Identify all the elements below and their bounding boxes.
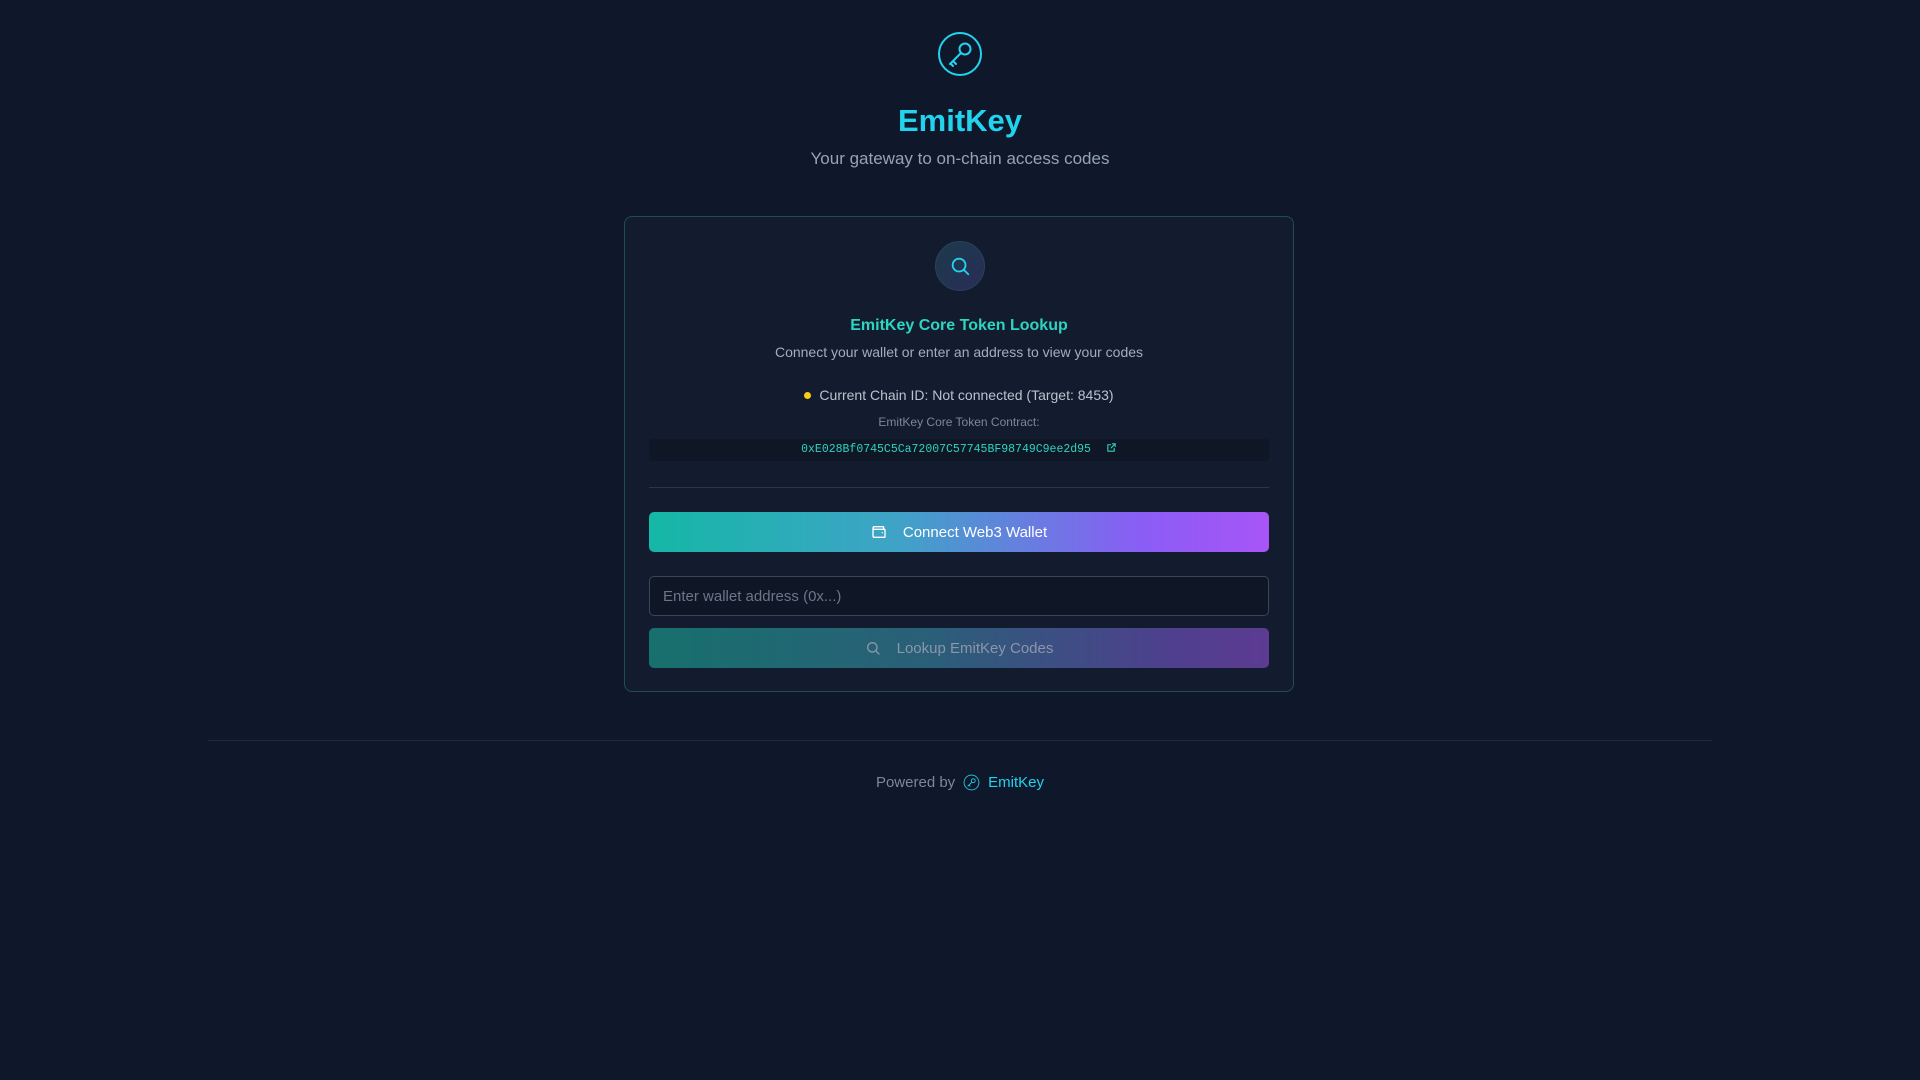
key-icon bbox=[938, 32, 982, 76]
header: EmitKey Your gateway to on-chain access … bbox=[0, 30, 1920, 169]
footer-prefix: Powered by bbox=[875, 774, 956, 791]
card-title: EmitKey Core Token Lookup bbox=[850, 317, 1068, 334]
external-link-icon bbox=[1107, 443, 1116, 453]
search-icon bbox=[951, 257, 970, 276]
search-icon bbox=[866, 642, 880, 655]
contract-label: EmitKey Core Token Contract: bbox=[878, 415, 1040, 429]
card-description: Connect your wallet or enter an address … bbox=[774, 344, 1144, 360]
wallet-address-input[interactable] bbox=[649, 576, 1269, 616]
contract-address-box: 0xE028Bf0745C5Ca72007C57745BF98749C9ee2d… bbox=[649, 439, 1269, 461]
footer-divider bbox=[208, 740, 1712, 741]
connect-wallet-label: Connect Web3 Wallet bbox=[902, 523, 1048, 541]
app-title: EmitKey bbox=[897, 103, 1023, 138]
lookup-codes-button[interactable]: Lookup EmitKey Codes bbox=[649, 628, 1269, 668]
wallet-icon bbox=[872, 526, 886, 538]
footer: Powered by EmitKey bbox=[0, 774, 1920, 791]
card-icon-badge bbox=[935, 241, 985, 291]
key-icon bbox=[963, 774, 980, 791]
footer-emitkey-link[interactable]: EmitKey bbox=[988, 774, 1044, 791]
contract-address-link[interactable]: 0xE028Bf0745C5Ca72007C57745BF98749C9ee2d… bbox=[801, 443, 1117, 456]
token-lookup-card: EmitKey Core Token Lookup Connect your w… bbox=[624, 216, 1294, 692]
status-dot bbox=[804, 391, 812, 399]
app-subtitle: Your gateway to on-chain access codes bbox=[810, 149, 1110, 168]
contract-address: 0xE028Bf0745C5Ca72007C57745BF98749C9ee2d… bbox=[801, 443, 1091, 456]
divider bbox=[649, 487, 1269, 488]
chain-status: Current Chain ID: Not connected (Target:… bbox=[625, 387, 1293, 403]
lookup-codes-label: Lookup EmitKey Codes bbox=[896, 639, 1054, 657]
chain-status-text: Current Chain ID: Not connected (Target:… bbox=[819, 387, 1114, 403]
page: EmitKey Your gateway to on-chain access … bbox=[0, 0, 1920, 1080]
connect-wallet-button[interactable]: Connect Web3 Wallet bbox=[649, 512, 1269, 552]
